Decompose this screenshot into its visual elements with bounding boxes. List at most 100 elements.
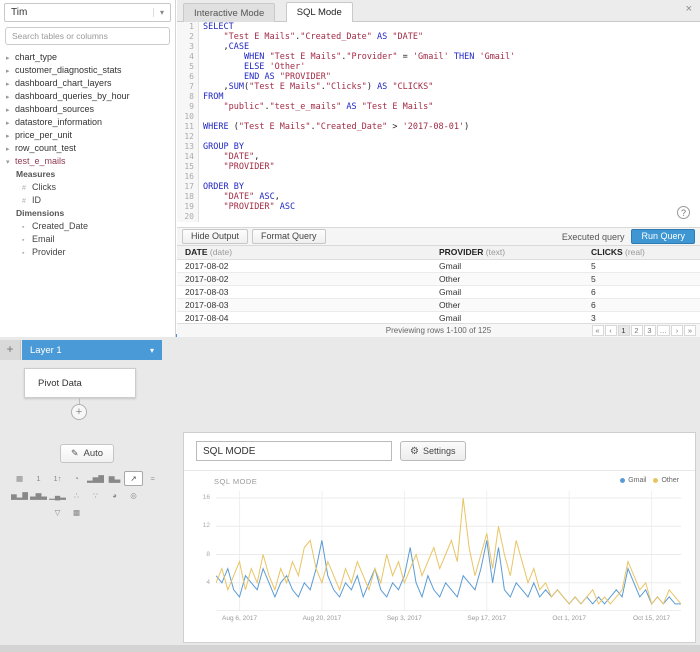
run-query-button[interactable]: Run Query (631, 229, 695, 244)
sparkline-icon[interactable]: ≈ (143, 471, 162, 486)
sidebar-table-price_per_unit[interactable]: ▸price_per_unit (0, 129, 175, 142)
measure-ID[interactable]: #ID (0, 194, 175, 207)
settings-button[interactable]: ⚙ Settings (400, 441, 466, 461)
caret-right-icon[interactable]: ▸ (6, 104, 15, 116)
dimension-Email[interactable]: ▪Email (0, 233, 175, 246)
layers-panel: + Layer 1 ▾ Pivot Data + (0, 340, 700, 430)
series-line-other (216, 498, 681, 604)
layer-tab[interactable]: Layer 1 ▾ (22, 340, 162, 360)
x-tick-label: Sep 3, 2017 (387, 615, 422, 622)
sql-code[interactable]: SELECT "Test E Mails"."Created_Date" AS … (199, 22, 700, 222)
line-number: 12 (177, 132, 198, 142)
chart-plot[interactable] (216, 491, 681, 611)
sidebar-table-dashboard_sources[interactable]: ▸dashboard_sources (0, 103, 175, 116)
donut-chart-icon[interactable]: ◎ (124, 488, 143, 503)
caret-down-icon[interactable]: ▾ (6, 156, 15, 168)
table-name: customer_diagnostic_stats (15, 65, 122, 75)
caret-right-icon[interactable]: ▸ (6, 143, 15, 155)
table-name: test_e_mails (15, 156, 66, 166)
dimension-Provider[interactable]: ▪Provider (0, 246, 175, 259)
pager-item-2[interactable]: 2 (631, 325, 643, 336)
add-layer-button[interactable]: + (0, 340, 21, 360)
line-numbers: 1234567891011121314151617181920 (177, 22, 199, 222)
schema-selector[interactable]: Tim ▾ (4, 3, 171, 22)
scatter-plot-icon[interactable]: ∴ (67, 488, 86, 503)
line-number: 19 (177, 202, 198, 212)
caret-right-icon[interactable]: ▸ (6, 91, 15, 103)
table-cell: 2017-08-03 (177, 285, 435, 298)
sidebar-table-test_e_mails[interactable]: ▾test_e_mails (0, 155, 175, 168)
chevron-down-icon: ▾ (150, 346, 154, 355)
column-header-provider[interactable]: PROVIDER (text) (435, 246, 587, 259)
number-trend-icon[interactable]: 1↑ (48, 471, 67, 486)
pager-item-›[interactable]: › (671, 325, 683, 336)
dimension-icon: ▪ (22, 221, 32, 233)
output-toolbar: Hide Output Format Query Executed query … (177, 227, 700, 246)
x-tick-label: Oct 1, 2017 (552, 615, 586, 622)
map-chart-icon[interactable]: ▩ (67, 505, 86, 520)
tab-interactive-mode[interactable]: Interactive Mode (183, 3, 275, 22)
pie-chart-icon[interactable]: ◕ (105, 488, 124, 503)
grouped-column-icon[interactable]: ▃▆▃ (29, 488, 48, 503)
measure-Clicks[interactable]: #Clicks (0, 181, 175, 194)
sql-line: "PROVIDER" (203, 162, 700, 172)
column-chart-icon[interactable]: ▅▂▇ (10, 488, 29, 503)
mini-bars-icon[interactable]: ▁▄▂ (48, 488, 67, 503)
pager-item-‹[interactable]: ‹ (605, 325, 617, 336)
sql-line: GROUP BY (203, 142, 700, 152)
help-icon[interactable]: ? (677, 206, 690, 219)
legend-item-gmail[interactable]: Gmail (620, 477, 646, 484)
sql-line: SELECT (203, 22, 700, 32)
line-chart-icon[interactable]: ↗ (124, 471, 143, 486)
close-icon[interactable]: × (686, 3, 692, 15)
chart-title-input[interactable] (196, 441, 392, 461)
hide-output-button[interactable]: Hide Output (182, 229, 248, 244)
caret-right-icon[interactable]: ▸ (6, 65, 15, 77)
table-name: row_count_test (15, 143, 76, 153)
query-panel: Tim ▾ ▸chart_type▸customer_diagnostic_st… (0, 0, 700, 337)
legend-label: Other (661, 477, 679, 484)
sidebar-table-datastore_information[interactable]: ▸datastore_information (0, 116, 175, 129)
filter-funnel-icon[interactable]: ▽ (48, 505, 67, 520)
caret-right-icon[interactable]: ▸ (6, 117, 15, 129)
pager-item-3[interactable]: 3 (644, 325, 656, 336)
sidebar-table-chart_type[interactable]: ▸chart_type (0, 51, 175, 64)
bar-chart-icon[interactable]: ▂▅▇ (86, 471, 105, 486)
pager-item-1[interactable]: 1 (618, 325, 630, 336)
gauge-icon[interactable]: ◔ (67, 471, 86, 486)
legend-item-other[interactable]: Other (653, 477, 679, 484)
caret-right-icon[interactable]: ▸ (6, 130, 15, 142)
series-line-gmail (216, 540, 681, 604)
pivot-data-step[interactable]: Pivot Data (24, 368, 136, 398)
table-chart-icon[interactable]: ▦ (10, 471, 29, 486)
add-step-button[interactable]: + (71, 404, 87, 420)
column-header-date[interactable]: DATE (date) (177, 246, 435, 259)
sql-editor[interactable]: 1234567891011121314151617181920 SELECT "… (177, 22, 700, 222)
sidebar-table-row_count_test[interactable]: ▸row_count_test (0, 142, 175, 155)
line-number: 10 (177, 112, 198, 122)
pager-item-…[interactable]: … (657, 325, 671, 336)
pager-item-»[interactable]: » (684, 325, 696, 336)
auto-button[interactable]: ✎ Auto (60, 444, 114, 463)
single-value-icon[interactable]: 1 (29, 471, 48, 486)
sidebar-table-dashboard_chart_layers[interactable]: ▸dashboard_chart_layers (0, 77, 175, 90)
bubble-chart-icon[interactable]: ∵ (86, 488, 105, 503)
column-header-clicks[interactable]: CLICKS (real) (587, 246, 700, 259)
measures-header: Measures (0, 168, 175, 181)
search-input[interactable] (5, 27, 170, 45)
stacked-bar-icon[interactable]: ▆▃ (105, 471, 124, 486)
table-cell: Other (435, 298, 587, 311)
tab-sql-mode[interactable]: SQL Mode (286, 2, 353, 22)
pager-item-«[interactable]: « (592, 325, 604, 336)
format-query-button[interactable]: Format Query (252, 229, 326, 244)
dimension-Created_Date[interactable]: ▪Created_Date (0, 220, 175, 233)
caret-right-icon[interactable]: ▸ (6, 78, 15, 90)
executed-query-label: Executed query (562, 232, 625, 242)
layer-tab-label: Layer 1 (30, 345, 62, 356)
schema-sidebar: Tim ▾ ▸chart_type▸customer_diagnostic_st… (0, 0, 176, 337)
line-number: 14 (177, 152, 198, 162)
line-number: 18 (177, 192, 198, 202)
caret-right-icon[interactable]: ▸ (6, 52, 15, 64)
sidebar-table-customer_diagnostic_stats[interactable]: ▸customer_diagnostic_stats (0, 64, 175, 77)
sidebar-table-dashboard_queries_by_hour[interactable]: ▸dashboard_queries_by_hour (0, 90, 175, 103)
